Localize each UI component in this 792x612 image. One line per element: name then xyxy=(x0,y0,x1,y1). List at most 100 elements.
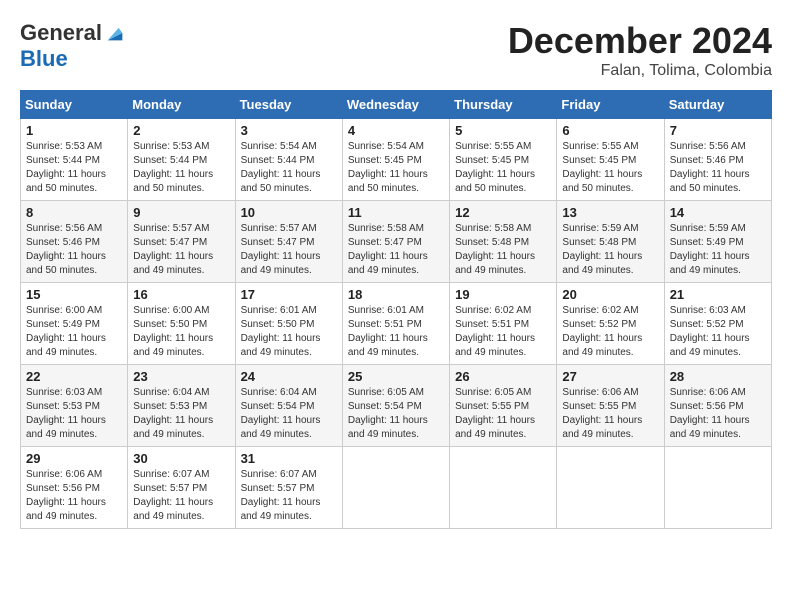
day-info: Sunrise: 6:07 AMSunset: 5:57 PMDaylight:… xyxy=(133,468,229,524)
title-section: December 2024 Falan, Tolima, Colombia xyxy=(508,20,772,80)
logo-icon xyxy=(104,22,126,44)
calendar-cell: 16Sunrise: 6:00 AMSunset: 5:50 PMDayligh… xyxy=(128,283,235,365)
day-number: 20 xyxy=(562,287,658,302)
logo-blue: Blue xyxy=(20,46,68,72)
day-info: Sunrise: 6:06 AMSunset: 5:56 PMDaylight:… xyxy=(670,386,766,442)
calendar-cell: 1 Sunrise: 5:53 AMSunset: 5:44 PMDaylight… xyxy=(21,119,128,201)
calendar-cell: 18Sunrise: 6:01 AMSunset: 5:51 PMDayligh… xyxy=(342,283,449,365)
calendar-cell: 13 Sunrise: 5:59 AMSunset: 5:48 PMDayligh… xyxy=(557,201,664,283)
day-number: 15 xyxy=(26,287,122,302)
calendar-cell: 10 Sunrise: 5:57 AMSunset: 5:47 PMDayligh… xyxy=(235,201,342,283)
day-number: 29 xyxy=(26,451,122,466)
calendar-cell: 21 Sunrise: 6:03 AMSunset: 5:52 PMDayligh… xyxy=(664,283,771,365)
day-info: Sunrise: 5:55 AMSunset: 5:45 PMDaylight:… xyxy=(455,140,551,196)
day-info: Sunrise: 5:59 AMSunset: 5:49 PMDaylight:… xyxy=(670,222,766,278)
day-info: Sunrise: 5:57 AMSunset: 5:47 PMDaylight:… xyxy=(241,222,337,278)
calendar-cell: 29 Sunrise: 6:06 AMSunset: 5:56 PMDayligh… xyxy=(21,447,128,529)
day-number: 4 xyxy=(348,123,444,138)
calendar-cell xyxy=(664,447,771,529)
day-number: 9 xyxy=(133,205,229,220)
column-header-thursday: Thursday xyxy=(450,91,557,119)
day-info: Sunrise: 6:01 AMSunset: 5:50 PMDaylight:… xyxy=(241,304,337,360)
day-info: Sunrise: 6:06 AMSunset: 5:56 PMDaylight:… xyxy=(26,468,122,524)
week-row-4: 22 Sunrise: 6:03 AMSunset: 5:53 PMDayligh… xyxy=(21,365,772,447)
calendar-cell: 4Sunrise: 5:54 AMSunset: 5:45 PMDaylight… xyxy=(342,119,449,201)
day-number: 26 xyxy=(455,369,551,384)
day-number: 10 xyxy=(241,205,337,220)
day-number: 31 xyxy=(241,451,337,466)
calendar-cell: 7 Sunrise: 5:56 AMSunset: 5:46 PMDaylight… xyxy=(664,119,771,201)
logo-general: General xyxy=(20,20,102,46)
day-info: Sunrise: 6:04 AMSunset: 5:53 PMDaylight:… xyxy=(133,386,229,442)
day-info: Sunrise: 5:55 AMSunset: 5:45 PMDaylight:… xyxy=(562,140,658,196)
day-number: 1 xyxy=(26,123,122,138)
day-info: Sunrise: 5:56 AMSunset: 5:46 PMDaylight:… xyxy=(670,140,766,196)
calendar-cell: 6 Sunrise: 5:55 AMSunset: 5:45 PMDaylight… xyxy=(557,119,664,201)
day-number: 19 xyxy=(455,287,551,302)
calendar-cell: 9Sunrise: 5:57 AMSunset: 5:47 PMDaylight… xyxy=(128,201,235,283)
day-info: Sunrise: 6:03 AMSunset: 5:53 PMDaylight:… xyxy=(26,386,122,442)
calendar-cell: 26 Sunrise: 6:05 AMSunset: 5:55 PMDayligh… xyxy=(450,365,557,447)
day-info: Sunrise: 5:58 AMSunset: 5:47 PMDaylight:… xyxy=(348,222,444,278)
column-header-friday: Friday xyxy=(557,91,664,119)
calendar-cell xyxy=(557,447,664,529)
page-header: General Blue December 2024 Falan, Tolima… xyxy=(20,20,772,80)
calendar-cell xyxy=(342,447,449,529)
calendar-cell: 24Sunrise: 6:04 AMSunset: 5:54 PMDayligh… xyxy=(235,365,342,447)
day-number: 7 xyxy=(670,123,766,138)
day-info: Sunrise: 6:02 AMSunset: 5:51 PMDaylight:… xyxy=(455,304,551,360)
week-row-1: 1 Sunrise: 5:53 AMSunset: 5:44 PMDaylight… xyxy=(21,119,772,201)
day-number: 23 xyxy=(133,369,229,384)
calendar-cell: 20 Sunrise: 6:02 AMSunset: 5:52 PMDayligh… xyxy=(557,283,664,365)
day-number: 22 xyxy=(26,369,122,384)
calendar-cell: 14Sunrise: 5:59 AMSunset: 5:49 PMDayligh… xyxy=(664,201,771,283)
calendar-cell: 27Sunrise: 6:06 AMSunset: 5:55 PMDayligh… xyxy=(557,365,664,447)
calendar-cell xyxy=(450,447,557,529)
day-info: Sunrise: 6:05 AMSunset: 5:54 PMDaylight:… xyxy=(348,386,444,442)
day-info: Sunrise: 6:00 AMSunset: 5:49 PMDaylight:… xyxy=(26,304,122,360)
location: Falan, Tolima, Colombia xyxy=(508,62,772,80)
calendar-cell: 30 Sunrise: 6:07 AMSunset: 5:57 PMDayligh… xyxy=(128,447,235,529)
day-info: Sunrise: 5:53 AMSunset: 5:44 PMDaylight:… xyxy=(26,140,122,196)
day-number: 28 xyxy=(670,369,766,384)
day-info: Sunrise: 5:59 AMSunset: 5:48 PMDaylight:… xyxy=(562,222,658,278)
month-title: December 2024 xyxy=(508,20,772,62)
day-info: Sunrise: 5:56 AMSunset: 5:46 PMDaylight:… xyxy=(26,222,122,278)
day-info: Sunrise: 6:05 AMSunset: 5:55 PMDaylight:… xyxy=(455,386,551,442)
day-info: Sunrise: 6:02 AMSunset: 5:52 PMDaylight:… xyxy=(562,304,658,360)
day-number: 30 xyxy=(133,451,229,466)
week-row-2: 8Sunrise: 5:56 AMSunset: 5:46 PMDaylight… xyxy=(21,201,772,283)
day-number: 2 xyxy=(133,123,229,138)
day-number: 12 xyxy=(455,205,551,220)
calendar-cell: 22 Sunrise: 6:03 AMSunset: 5:53 PMDayligh… xyxy=(21,365,128,447)
calendar-cell: 15 Sunrise: 6:00 AMSunset: 5:49 PMDayligh… xyxy=(21,283,128,365)
day-info: Sunrise: 6:06 AMSunset: 5:55 PMDaylight:… xyxy=(562,386,658,442)
calendar-cell: 23 Sunrise: 6:04 AMSunset: 5:53 PMDayligh… xyxy=(128,365,235,447)
column-header-tuesday: Tuesday xyxy=(235,91,342,119)
calendar-cell: 25 Sunrise: 6:05 AMSunset: 5:54 PMDayligh… xyxy=(342,365,449,447)
calendar-cell: 31 Sunrise: 6:07 AMSunset: 5:57 PMDayligh… xyxy=(235,447,342,529)
calendar-cell: 12 Sunrise: 5:58 AMSunset: 5:48 PMDayligh… xyxy=(450,201,557,283)
day-number: 3 xyxy=(241,123,337,138)
column-header-saturday: Saturday xyxy=(664,91,771,119)
calendar-cell: 2 Sunrise: 5:53 AMSunset: 5:44 PMDaylight… xyxy=(128,119,235,201)
day-info: Sunrise: 6:04 AMSunset: 5:54 PMDaylight:… xyxy=(241,386,337,442)
header-row: SundayMondayTuesdayWednesdayThursdayFrid… xyxy=(21,91,772,119)
day-number: 13 xyxy=(562,205,658,220)
day-info: Sunrise: 5:58 AMSunset: 5:48 PMDaylight:… xyxy=(455,222,551,278)
day-info: Sunrise: 6:03 AMSunset: 5:52 PMDaylight:… xyxy=(670,304,766,360)
day-number: 6 xyxy=(562,123,658,138)
day-number: 21 xyxy=(670,287,766,302)
column-header-sunday: Sunday xyxy=(21,91,128,119)
column-header-monday: Monday xyxy=(128,91,235,119)
week-row-5: 29 Sunrise: 6:06 AMSunset: 5:56 PMDayligh… xyxy=(21,447,772,529)
calendar-cell: 19 Sunrise: 6:02 AMSunset: 5:51 PMDayligh… xyxy=(450,283,557,365)
day-info: Sunrise: 5:53 AMSunset: 5:44 PMDaylight:… xyxy=(133,140,229,196)
day-number: 18 xyxy=(348,287,444,302)
day-info: Sunrise: 6:00 AMSunset: 5:50 PMDaylight:… xyxy=(133,304,229,360)
calendar-cell: 8Sunrise: 5:56 AMSunset: 5:46 PMDaylight… xyxy=(21,201,128,283)
day-info: Sunrise: 5:54 AMSunset: 5:44 PMDaylight:… xyxy=(241,140,337,196)
day-number: 25 xyxy=(348,369,444,384)
day-info: Sunrise: 6:07 AMSunset: 5:57 PMDaylight:… xyxy=(241,468,337,524)
calendar-cell: 11Sunrise: 5:58 AMSunset: 5:47 PMDayligh… xyxy=(342,201,449,283)
